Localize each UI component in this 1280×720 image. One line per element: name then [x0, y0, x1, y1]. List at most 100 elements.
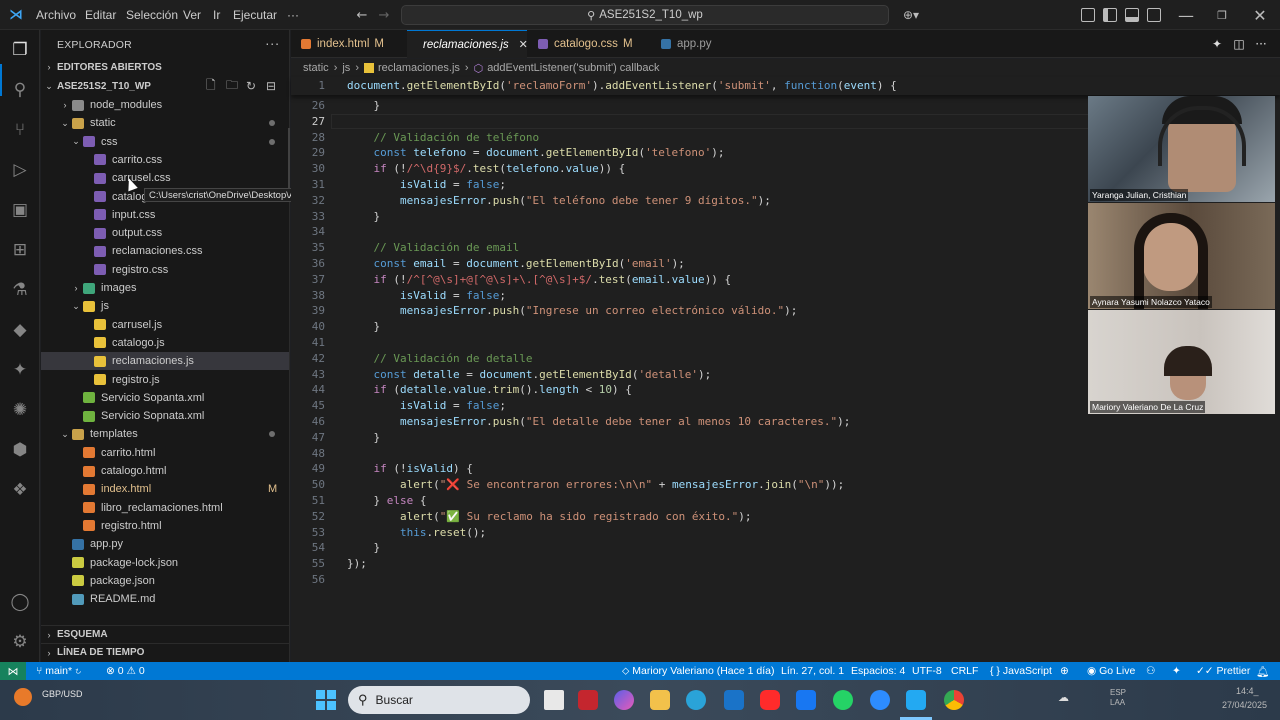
timeline-section[interactable]: › LÍNEA DE TIEMPO: [41, 643, 289, 661]
menu-ir[interactable]: Ir: [213, 8, 220, 22]
tree-item[interactable]: › images: [41, 279, 289, 297]
outline-section[interactable]: › ESQUEMA: [41, 625, 289, 643]
problems-item[interactable]: ⊗ 0 ⚠ 0: [106, 665, 145, 677]
maximize-icon[interactable]: ❐: [1212, 6, 1232, 24]
tree-item[interactable]: app.py: [41, 535, 289, 553]
tab-html[interactable]: index.html M: [291, 30, 406, 58]
edge-icon[interactable]: [686, 690, 706, 710]
outlook-icon[interactable]: [724, 690, 744, 710]
tree-item[interactable]: carrusel.js: [41, 316, 289, 334]
toggle-secondary-sidebar-icon[interactable]: [1147, 8, 1161, 22]
end-of-line[interactable]: CRLF: [951, 665, 978, 677]
notifications-bell-icon[interactable]: 🔔︎: [1256, 665, 1269, 678]
copilot-chat-icon[interactable]: ✦: [8, 358, 32, 382]
tree-item[interactable]: catalogo.js: [41, 334, 289, 352]
whatsapp-icon[interactable]: [833, 690, 853, 710]
tree-item[interactable]: ⌄ templates: [41, 425, 289, 443]
file-explorer-icon[interactable]: [650, 690, 670, 710]
command-center-search[interactable]: ⚲ ASE251S2_T10_wp: [401, 5, 889, 25]
tree-item[interactable]: output.css: [41, 224, 289, 242]
participant-video-2[interactable]: Aynara Yasumi Nolazco Yataco: [1088, 203, 1275, 309]
run-debug-icon[interactable]: ▷: [8, 158, 32, 182]
manage-gear-icon[interactable]: ⚙: [8, 630, 32, 654]
tree-item[interactable]: › node_modules: [41, 96, 289, 114]
tree-item[interactable]: ⌄ css: [41, 133, 289, 151]
chevron-down-icon[interactable]: ⌄: [71, 301, 81, 312]
menu-ver[interactable]: Ver: [183, 8, 201, 22]
extension-status-icon[interactable]: ⚇: [1146, 665, 1155, 677]
back-arrow-icon[interactable]: ←: [354, 7, 370, 23]
youtube-icon[interactable]: [760, 690, 780, 710]
openai-icon[interactable]: ✺: [8, 398, 32, 422]
indentation[interactable]: Espacios: 4: [851, 665, 905, 677]
tree-item[interactable]: registro.css: [41, 261, 289, 279]
tree-item[interactable]: catalogo.html: [41, 462, 289, 480]
breadcrumb-js[interactable]: js: [342, 62, 350, 74]
close-window-icon[interactable]: ✕: [1250, 6, 1270, 25]
tree-item[interactable]: index.html M: [41, 480, 289, 498]
taskbar-search[interactable]: ⚲ Buscar: [348, 686, 530, 714]
forward-arrow-icon[interactable]: →: [376, 7, 392, 23]
tab-css[interactable]: catalogo.css M: [528, 30, 650, 58]
new-file-icon[interactable]: 🗋: [206, 76, 216, 97]
copilot-sparkle-icon[interactable]: ✦: [1172, 665, 1181, 677]
testing-icon[interactable]: ⚗: [8, 278, 32, 302]
sticky-scroll[interactable]: 1 document.getElementById('reclamoForm')…: [291, 77, 1280, 95]
copilot-app-icon[interactable]: [614, 690, 634, 710]
language-indicator[interactable]: ESP LAA: [1110, 688, 1134, 708]
task-view-icon[interactable]: [544, 690, 564, 710]
widget-label[interactable]: GBP/USD: [42, 689, 83, 699]
participant-video-1[interactable]: Yaranga Julian, Cristhian: [1088, 96, 1275, 202]
tree-item[interactable]: ⌄ static: [41, 114, 289, 132]
extensions-icon[interactable]: ⊞: [8, 238, 32, 262]
clock-time[interactable]: 14:4_: [1236, 686, 1259, 696]
chevron-right-icon[interactable]: ›: [71, 283, 81, 293]
tree-item[interactable]: reclamaciones.css: [41, 242, 289, 260]
copilot-icon[interactable]: ⊕▾: [898, 7, 924, 23]
language-mode[interactable]: { } JavaScript: [990, 665, 1052, 677]
git-blame-item[interactable]: ⬦ Mariory Valeriano (Hace 1 día): [622, 665, 774, 678]
tab-js[interactable]: reclamaciones.js ✕: [407, 30, 528, 58]
breadcrumb-file[interactable]: reclamaciones.js: [378, 62, 460, 74]
breadcrumb-static[interactable]: static: [303, 62, 329, 74]
remote-indicator-icon[interactable]: ⋈: [0, 662, 26, 680]
participant-video-3[interactable]: Mariory Valeriano De La Cruz: [1088, 310, 1275, 414]
tree-item[interactable]: ⌄ js: [41, 297, 289, 315]
account-icon[interactable]: ◯: [8, 590, 32, 614]
tree-item[interactable]: registro.html: [41, 517, 289, 535]
close-tab-icon[interactable]: ✕: [519, 38, 528, 51]
editor-more-icon[interactable]: ···: [1254, 37, 1268, 51]
tree-item[interactable]: Servicio Sopnata.xml: [41, 407, 289, 425]
tree-item[interactable]: reclamaciones.js: [41, 352, 289, 371]
branch-item[interactable]: ⑂ main* ↻: [36, 665, 81, 677]
remote-explorer-icon[interactable]: ▣: [8, 198, 32, 222]
vscode-taskbar-icon[interactable]: [906, 690, 926, 710]
tree-item[interactable]: Servicio Sopanta.xml: [41, 389, 289, 407]
python-icon[interactable]: ◆: [8, 318, 32, 342]
go-live-item[interactable]: ◉ Go Live: [1087, 665, 1135, 677]
refresh-icon[interactable]: ↻: [246, 79, 256, 93]
collapse-all-icon[interactable]: ⊟: [266, 79, 276, 93]
encoding[interactable]: UTF-8: [912, 665, 942, 677]
tray-overflow-icon[interactable]: ☁: [1058, 691, 1069, 704]
facebook-icon[interactable]: [796, 690, 816, 710]
database-icon[interactable]: ⬢: [8, 438, 32, 462]
copilot-edit-icon[interactable]: ✦: [1210, 37, 1224, 51]
open-editors-section[interactable]: › EDITORES ABIERTOS: [41, 58, 289, 76]
tree-item[interactable]: carrito.html: [41, 444, 289, 462]
breadcrumb-symbol[interactable]: addEventListener('submit') callback: [487, 62, 659, 74]
toggle-panel-icon[interactable]: [1125, 8, 1139, 22]
extension-pack-icon[interactable]: ❖: [8, 478, 32, 502]
mcafee-icon[interactable]: [578, 690, 598, 710]
start-button-icon[interactable]: [316, 690, 336, 710]
menu-seleccion[interactable]: Selección: [126, 8, 178, 22]
cursor-position[interactable]: Lín. 27, col. 1: [781, 665, 844, 677]
tree-item[interactable]: input.css: [41, 206, 289, 224]
chevron-down-icon[interactable]: ⌄: [71, 136, 81, 147]
tree-item[interactable]: package-lock.json: [41, 554, 289, 572]
weather-widget-icon[interactable]: [14, 688, 32, 706]
toggle-sidebar-icon[interactable]: [1103, 8, 1117, 22]
tree-item[interactable]: registro.js: [41, 371, 289, 389]
source-control-icon[interactable]: ⑂: [8, 118, 32, 142]
explorer-icon[interactable]: ❐: [8, 38, 32, 62]
